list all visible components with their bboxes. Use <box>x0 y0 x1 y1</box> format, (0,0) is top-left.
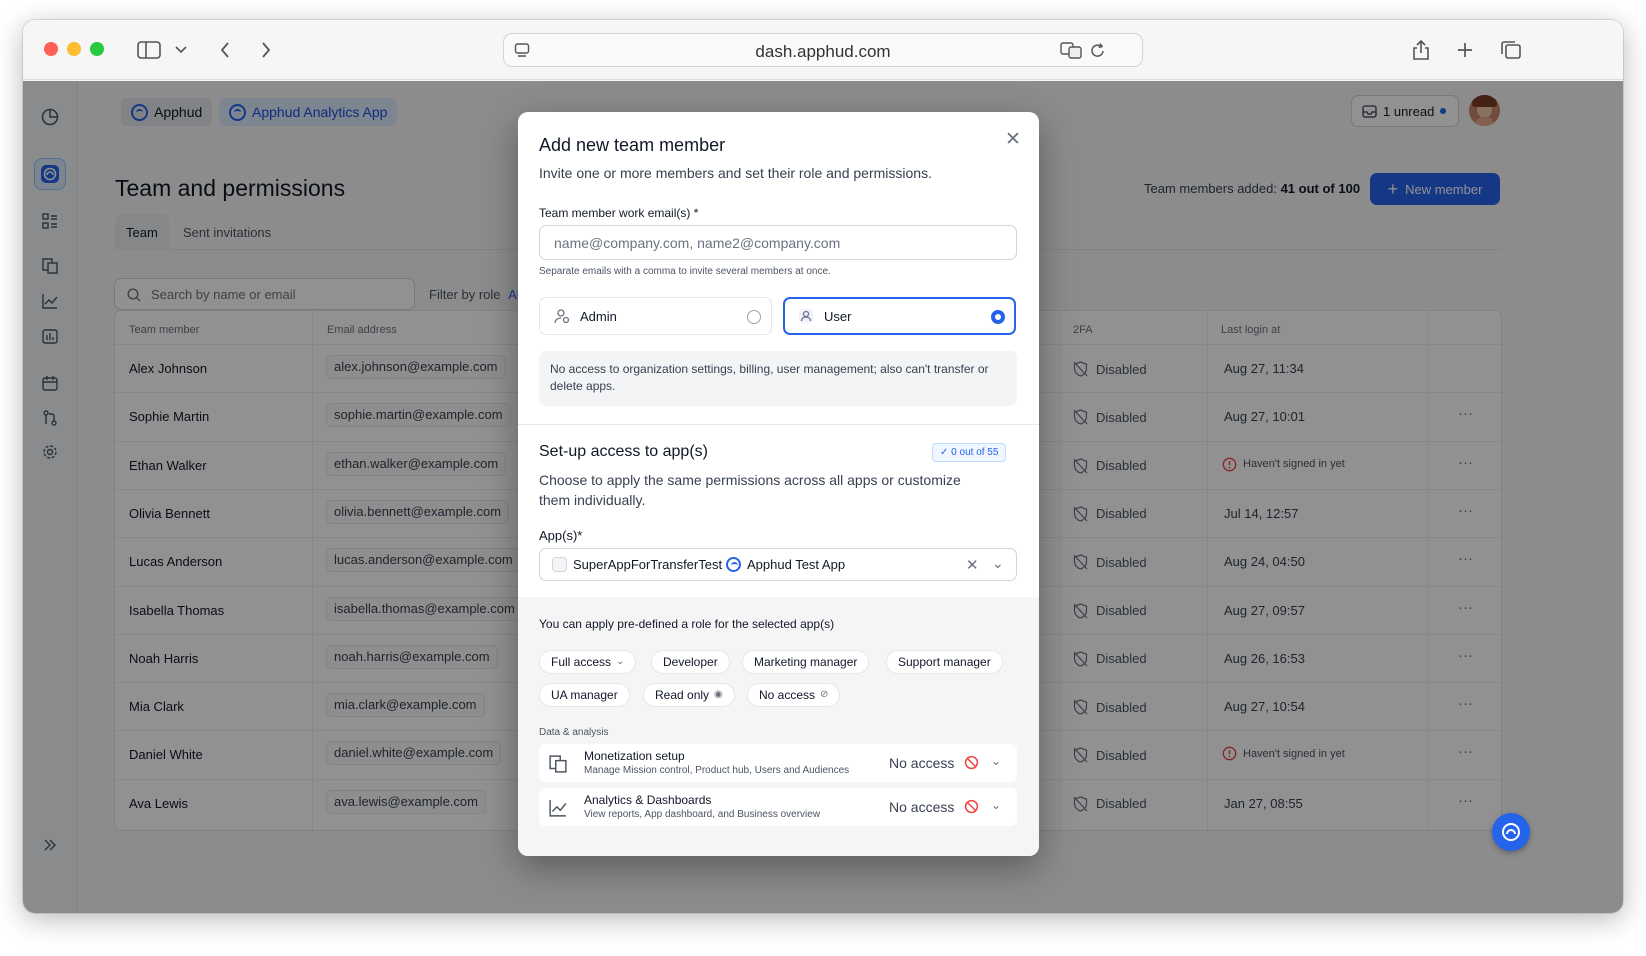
new-tab-icon[interactable] <box>1455 36 1475 64</box>
app-placeholder-icon <box>552 557 567 572</box>
url-text: dash.apphud.com <box>755 42 891 61</box>
monetization-icon <box>549 755 567 773</box>
email-placeholder: name@company.com, name2@company.com <box>554 235 841 251</box>
section-label: Data & analysis <box>539 727 609 738</box>
role-pill-label: Read only <box>655 688 710 702</box>
apps-select[interactable]: SuperAppForTransferTest Apphud Test App … <box>539 548 1017 581</box>
chevron-down-icon: ⌄ <box>616 656 625 667</box>
role-user-label: User <box>824 309 852 324</box>
role-admin-label: Admin <box>580 309 617 324</box>
eye-icon: ◉ <box>714 689 723 700</box>
access-count: 0 out of 55 <box>951 447 999 458</box>
role-pill-label: Full access <box>551 655 612 669</box>
tab-overview-icon[interactable] <box>1499 36 1523 64</box>
selected-app-2: Apphud Test App <box>726 557 845 572</box>
role-pill-read-only[interactable]: Read only ◉ <box>643 683 735 707</box>
analytics-chart-icon <box>549 800 567 817</box>
access-description: Choose to apply the same permissions acr… <box>539 472 961 508</box>
permission-value: No access <box>889 755 955 771</box>
translate-icon[interactable] <box>1060 41 1082 64</box>
support-chat-button[interactable] <box>1492 813 1530 851</box>
email-label: Team member work email(s) * <box>539 206 699 220</box>
chevron-down-icon[interactable]: ⌄ <box>991 754 1001 768</box>
access-title: Set-up access to app(s) <box>539 443 708 460</box>
role-pill-label: UA manager <box>551 688 618 702</box>
no-access-icon <box>964 755 979 770</box>
selected-app-2-label: Apphud Test App <box>747 557 846 572</box>
admin-radio[interactable] <box>747 310 761 324</box>
admin-icon <box>554 309 570 324</box>
clear-selection-icon[interactable]: ✕ <box>966 556 979 574</box>
predefined-roles-section: You can apply pre-defined a role for the… <box>518 597 1039 856</box>
email-field[interactable]: name@company.com, name2@company.com <box>539 225 1017 260</box>
email-hint: Separate emails with a comma to invite s… <box>539 266 831 277</box>
chevron-down-icon[interactable] <box>173 36 189 64</box>
permission-title: Analytics & Dashboards <box>584 793 712 807</box>
role-pill-marketing-manager[interactable]: Marketing manager <box>742 650 870 674</box>
chevron-down-icon[interactable]: ⌄ <box>991 798 1001 812</box>
zoom-window-button[interactable] <box>90 42 104 56</box>
selected-app-1: SuperAppForTransferTest <box>552 557 722 572</box>
check-icon: ✓ <box>940 447 949 458</box>
role-description-text: No access to organization settings, bill… <box>550 362 989 393</box>
user-radio[interactable] <box>991 310 1005 324</box>
minimize-window-button[interactable] <box>67 42 81 56</box>
role-description: No access to organization settings, bill… <box>539 351 1017 406</box>
chevron-down-icon[interactable]: ⌄ <box>992 555 1004 572</box>
add-member-modal: Add new team member Invite one or more m… <box>518 112 1039 856</box>
role-pill-label: Developer <box>663 655 718 669</box>
role-option-admin[interactable]: Admin <box>539 297 772 335</box>
role-pill-full-access[interactable]: Full access ⌄ <box>539 650 637 674</box>
modal-subtitle: Invite one or more members and set their… <box>539 165 932 181</box>
selected-app-1-label: SuperAppForTransferTest <box>573 557 723 572</box>
role-pill-developer[interactable]: Developer <box>651 650 730 674</box>
sidebar-toggle-icon[interactable] <box>135 36 163 64</box>
apps-label: App(s)* <box>539 528 583 543</box>
divider <box>518 424 1039 425</box>
role-option-user[interactable]: User <box>783 297 1016 335</box>
role-pill-ua-manager[interactable]: UA manager <box>539 683 630 707</box>
close-window-button[interactable] <box>44 42 58 56</box>
forward-icon[interactable] <box>256 36 276 64</box>
permission-value: No access <box>889 799 955 815</box>
access-count-badge: ✓ 0 out of 55 <box>932 443 1007 462</box>
apphud-chat-icon <box>1502 823 1520 841</box>
predefined-title: You can apply pre-defined a role for the… <box>539 617 835 631</box>
permission-desc: View reports, App dashboard, and Busines… <box>584 809 821 820</box>
modal-title: Add new team member <box>539 135 726 155</box>
role-pill-label: Support manager <box>898 655 991 669</box>
no-access-icon <box>964 799 979 814</box>
role-pill-support-manager[interactable]: Support manager <box>886 650 1003 674</box>
browser-window: dash.apphud.com Apphud Apphud Analytics … <box>23 20 1623 913</box>
share-icon[interactable] <box>1411 36 1431 64</box>
address-bar[interactable]: dash.apphud.com <box>503 33 1143 67</box>
ban-icon: ⊘ <box>820 689 829 700</box>
back-icon[interactable] <box>215 36 235 64</box>
apphud-test-app-icon <box>726 557 741 572</box>
close-icon[interactable]: ✕ <box>1005 128 1021 151</box>
role-pill-no-access[interactable]: No access ⊘ <box>747 683 841 707</box>
permission-analytics[interactable]: Analytics & Dashboards View reports, App… <box>539 788 1017 826</box>
browser-toolbar: dash.apphud.com <box>23 20 1623 80</box>
role-pill-label: No access <box>759 688 816 702</box>
permission-desc: Manage Mission control, Product hub, Use… <box>584 765 850 776</box>
permission-monetization[interactable]: Monetization setup Manage Mission contro… <box>539 744 1017 782</box>
permission-title: Monetization setup <box>584 749 685 763</box>
reload-icon[interactable] <box>1090 41 1106 64</box>
role-pill-label: Marketing manager <box>754 655 858 669</box>
user-icon <box>799 309 813 323</box>
